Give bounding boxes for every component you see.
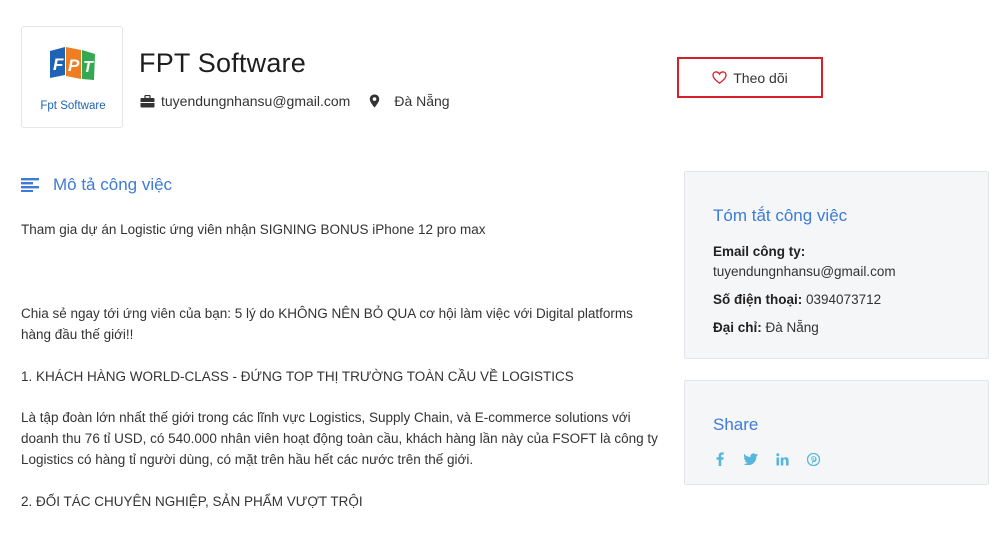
job-summary-card: Tóm tắt công việc Email công ty: tuyendu… <box>684 171 989 359</box>
facebook-icon[interactable] <box>713 452 727 466</box>
company-location: Đà Nẵng <box>394 93 450 109</box>
summary-email-label: Email công ty: <box>713 244 806 259</box>
company-email: tuyendungnhansu@gmail.com <box>161 93 351 109</box>
company-logo: F P T Fpt Software <box>21 26 123 128</box>
description-paragraph: Là tập đoàn lớn nhất thế giới trong các … <box>21 410 658 467</box>
share-card: Share <box>684 380 989 485</box>
heart-icon <box>712 71 727 84</box>
summary-address: Đại chỉ: Đà Nẵng <box>713 320 819 335</box>
share-icons <box>713 452 837 466</box>
logo-letter-t: T <box>83 59 94 76</box>
location-pin-icon <box>366 93 382 109</box>
follow-button[interactable]: Theo dõi <box>677 57 823 98</box>
briefcase-icon <box>139 93 155 109</box>
description-paragraph: 2. ĐỐI TÁC CHUYÊN NGHIỆP, SẢN PHẨM VƯỢT … <box>21 494 363 509</box>
summary-email-value: tuyendungnhansu@gmail.com <box>713 264 896 279</box>
pinterest-icon[interactable] <box>806 452 820 466</box>
align-left-icon <box>21 178 39 192</box>
summary-phone: Số điện thoại: 0394073712 <box>713 292 882 307</box>
description-paragraph: Chia sẻ ngay tới ứng viên của bạn: 5 lý … <box>21 306 633 342</box>
logo-text: Fpt Software <box>40 100 105 112</box>
linkedin-icon[interactable] <box>775 452 789 466</box>
follow-button-label: Theo dõi <box>733 69 788 86</box>
company-meta: tuyendungnhansu@gmail.com Đà Nẵng <box>139 93 466 109</box>
job-summary-title: Tóm tắt công việc <box>713 206 848 225</box>
twitter-icon[interactable] <box>744 452 758 466</box>
job-description-heading: Mô tả công việc <box>21 175 172 195</box>
company-name: FPT Software <box>139 48 306 78</box>
job-description-title: Mô tả công việc <box>53 175 173 194</box>
description-paragraph: 1. KHÁCH HÀNG WORLD-CLASS - ĐỨNG TOP THỊ… <box>21 369 574 384</box>
description-paragraph: Tham gia dự án Logistic ứng viên nhận SI… <box>21 222 486 237</box>
logo-letter-f: F <box>53 55 64 74</box>
logo-letter-p: P <box>68 56 80 75</box>
share-title: Share <box>713 415 759 434</box>
